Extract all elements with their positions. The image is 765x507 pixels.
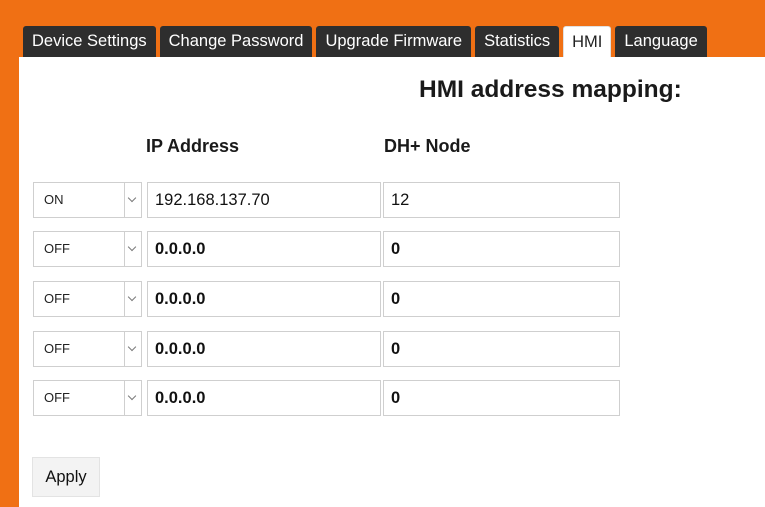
dh-node-header: DH+ Node	[384, 136, 471, 156]
tab-hmi[interactable]: HMI	[563, 26, 612, 57]
ip-address-field[interactable]: 0.0.0.0	[147, 331, 381, 367]
dh-node-field[interactable]: 12	[383, 182, 620, 218]
ip-address-field[interactable]: 0.0.0.0	[147, 281, 381, 317]
state-select[interactable]: OFF	[33, 281, 142, 317]
tab-upgrade-firmware[interactable]: Upgrade Firmware	[316, 26, 472, 57]
chevron-down-icon[interactable]	[124, 282, 141, 316]
chevron-down-icon[interactable]	[124, 332, 141, 366]
tab-device-settings[interactable]: Device Settings	[23, 26, 156, 57]
page-title: HMI address mapping:	[419, 76, 682, 103]
state-select-value: OFF	[44, 390, 70, 405]
dh-node-field[interactable]: 0	[383, 331, 620, 367]
chevron-down-icon[interactable]	[124, 381, 141, 415]
apply-button[interactable]: Apply	[32, 457, 100, 497]
tab-bar: Device Settings Change Password Upgrade …	[23, 26, 707, 57]
tab-language[interactable]: Language	[615, 26, 707, 57]
ip-address-header: IP Address	[146, 136, 240, 156]
chevron-down-icon[interactable]	[124, 232, 141, 266]
ip-address-field[interactable]: 0.0.0.0	[147, 380, 381, 416]
state-select[interactable]: OFF	[33, 380, 142, 416]
state-select[interactable]: OFF	[33, 331, 142, 367]
tab-statistics[interactable]: Statistics	[475, 26, 560, 57]
tab-change-password[interactable]: Change Password	[159, 26, 313, 57]
state-select-value: OFF	[44, 341, 70, 356]
state-select[interactable]: OFF	[33, 231, 142, 267]
ip-address-field[interactable]: 0.0.0.0	[147, 231, 381, 267]
chevron-down-icon[interactable]	[124, 183, 141, 217]
dh-node-field[interactable]: 0	[383, 380, 620, 416]
state-select[interactable]: ON	[33, 182, 142, 218]
dh-node-field[interactable]: 0	[383, 281, 620, 317]
state-select-value: OFF	[44, 241, 70, 256]
state-select-value: ON	[44, 192, 64, 207]
state-select-value: OFF	[44, 291, 70, 306]
page-frame: Device Settings Change Password Upgrade …	[0, 0, 765, 507]
ip-address-field[interactable]: 192.168.137.70	[147, 182, 381, 218]
dh-node-field[interactable]: 0	[383, 231, 620, 267]
